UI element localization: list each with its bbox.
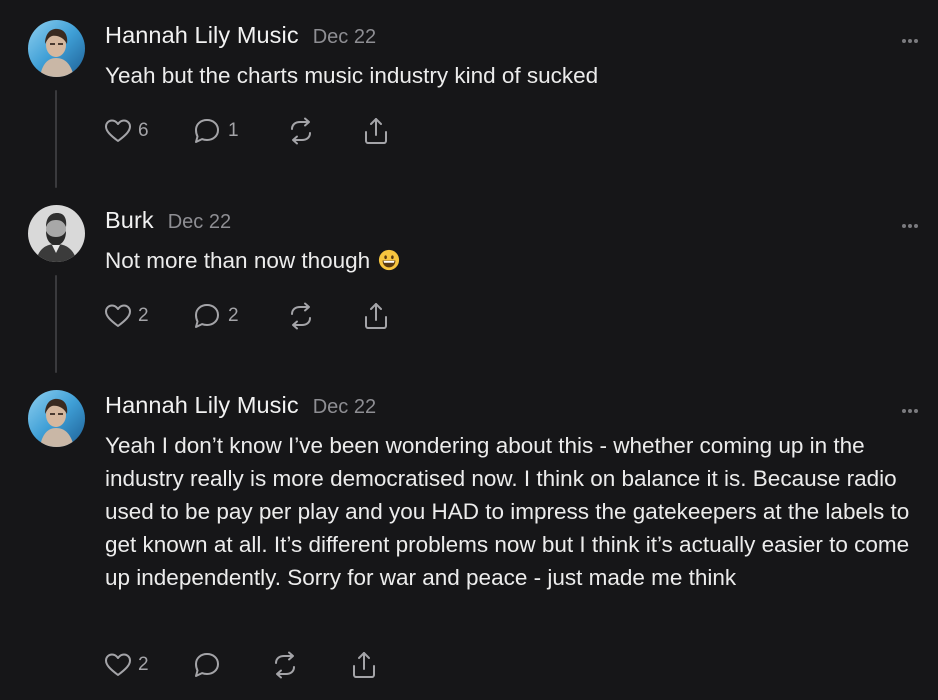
- comment-bubble-icon: [195, 119, 219, 143]
- more-dots-icon: [902, 409, 906, 413]
- restack-button[interactable]: [270, 650, 300, 680]
- like-button[interactable]: 6: [104, 116, 149, 146]
- like-count: 6: [138, 120, 149, 141]
- comment-button[interactable]: [192, 650, 222, 680]
- restack-icon: [291, 302, 311, 330]
- avatar[interactable]: [28, 390, 85, 447]
- heart-icon: [105, 304, 131, 327]
- comment-thread: Hannah Lily Music Dec 22 Yeah but the cha…: [0, 0, 938, 700]
- heart-icon: [105, 119, 131, 142]
- comment-text: Not more than now though: [105, 244, 915, 277]
- comment-text: Yeah I don’t know I’ve been wondering ab…: [105, 433, 910, 590]
- heart-icon: [105, 653, 131, 676]
- avatar[interactable]: [28, 205, 85, 262]
- more-options-button[interactable]: [900, 400, 918, 418]
- comment-button[interactable]: 2: [192, 301, 239, 331]
- more-options-button[interactable]: [900, 215, 918, 233]
- restack-button[interactable]: [286, 116, 316, 146]
- like-button[interactable]: 2: [104, 650, 149, 680]
- comment-text-content: Not more than now though: [105, 248, 371, 273]
- comment-count: 1: [228, 120, 239, 141]
- share-button[interactable]: [362, 301, 390, 331]
- comment-date[interactable]: Dec 22: [313, 26, 376, 48]
- grinning-face-emoji: [379, 249, 400, 271]
- more-dots-icon: [902, 224, 906, 228]
- restack-button[interactable]: [286, 301, 316, 331]
- like-count: 2: [138, 305, 149, 326]
- comment-header: Hannah Lily Music Dec 22: [105, 22, 376, 49]
- comment-count: 2: [228, 305, 239, 326]
- like-button[interactable]: 2: [104, 301, 149, 331]
- restack-icon: [291, 117, 311, 145]
- more-dots-icon: [902, 39, 906, 43]
- comment-bubble-icon: [195, 304, 219, 328]
- comment-button[interactable]: 1: [192, 116, 239, 146]
- comment-header: Burk Dec 22: [105, 207, 231, 234]
- share-icon: [365, 118, 387, 144]
- comment-date[interactable]: Dec 22: [313, 396, 376, 418]
- comment-text: Yeah but the charts music industry kind …: [105, 63, 599, 88]
- comment-bubble-icon: [195, 653, 219, 677]
- share-icon: [353, 652, 375, 678]
- author-name[interactable]: Hannah Lily Music: [105, 392, 299, 418]
- thread-connector: [55, 90, 57, 188]
- like-count: 2: [138, 654, 149, 675]
- more-options-button[interactable]: [900, 30, 918, 48]
- thread-connector: [55, 275, 57, 373]
- share-button[interactable]: [350, 650, 378, 680]
- restack-icon: [275, 651, 295, 679]
- share-icon: [365, 303, 387, 329]
- share-button[interactable]: [362, 116, 390, 146]
- comment-header: Hannah Lily Music Dec 22: [105, 392, 376, 419]
- comment-date[interactable]: Dec 22: [168, 211, 231, 233]
- avatar[interactable]: [28, 20, 85, 77]
- author-name[interactable]: Hannah Lily Music: [105, 22, 299, 48]
- author-name[interactable]: Burk: [105, 207, 154, 233]
